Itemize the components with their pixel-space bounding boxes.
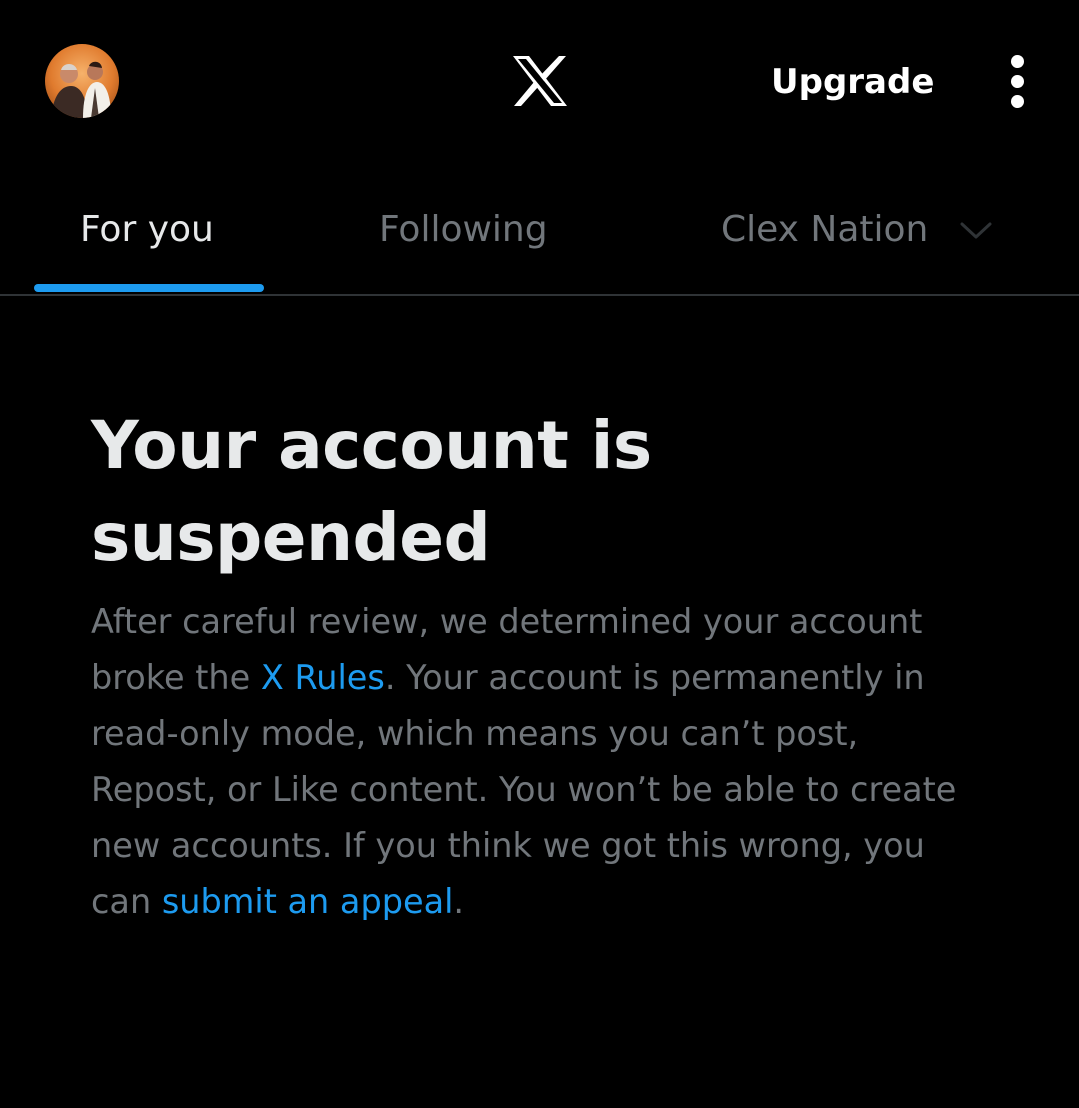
notice-body-end: . <box>453 882 465 921</box>
tab-following[interactable]: Following <box>340 180 620 294</box>
tab-label: Following <box>379 209 548 250</box>
active-tab-indicator <box>34 284 264 292</box>
tab-label: Clex Nation <box>721 209 929 250</box>
x-rules-link[interactable]: X Rules <box>261 658 385 697</box>
chevron-down-icon <box>960 222 992 239</box>
tab-clex-nation[interactable]: Clex Nation <box>690 180 1050 294</box>
notice-title: Your account is suspended <box>91 407 652 576</box>
timeline-tabs: For you Following Clex Nation <box>0 180 1079 296</box>
tab-for-you[interactable]: For you <box>0 180 300 294</box>
submit-appeal-link[interactable]: submit an appeal <box>162 882 454 921</box>
upgrade-button[interactable]: Upgrade <box>771 58 934 106</box>
top-app-bar: Upgrade <box>0 0 1079 165</box>
more-dot <box>1011 95 1024 108</box>
x-logo-icon[interactable] <box>511 54 569 108</box>
profile-avatar[interactable] <box>45 44 119 118</box>
suspension-notice: Your account is suspended After careful … <box>91 400 991 930</box>
notice-body: After careful review, we determined your… <box>91 594 991 930</box>
more-vertical-icon[interactable] <box>998 52 1038 112</box>
tab-label: For you <box>80 209 214 250</box>
more-dot <box>1011 75 1024 88</box>
avatar-image <box>45 44 119 118</box>
more-dot <box>1011 55 1024 68</box>
